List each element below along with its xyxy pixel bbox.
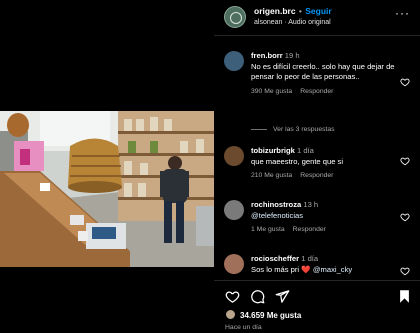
author-avatar[interactable] bbox=[224, 6, 246, 28]
commenter-avatar[interactable] bbox=[224, 200, 244, 220]
post-media[interactable] bbox=[0, 0, 214, 333]
commenter-avatar[interactable] bbox=[224, 254, 244, 274]
comment-meta: 390 Me gusta Responder bbox=[251, 87, 401, 98]
comment-time: 13 h bbox=[303, 200, 319, 209]
heart-icon[interactable] bbox=[400, 156, 410, 166]
comment-body: tobizurbrigk 1 día que maeestro, gente q… bbox=[251, 146, 401, 182]
commenter-avatar[interactable] bbox=[224, 146, 244, 166]
video-frame[interactable] bbox=[0, 111, 214, 267]
bookmark-icon[interactable] bbox=[397, 289, 412, 304]
post-actions: 34.659 Me gusta Hace un día bbox=[214, 280, 420, 333]
author-username[interactable]: origen.brc bbox=[254, 6, 296, 16]
comment-body: rocioscheffer 1 día Sos lo más pri ❤️ @m… bbox=[251, 254, 401, 275]
heart-icon[interactable] bbox=[400, 77, 410, 87]
audio-label[interactable]: alsonean · Audio original bbox=[254, 19, 331, 26]
comment-meta: 1 Me gusta Responder bbox=[251, 225, 401, 236]
commenter-username[interactable]: tobizurbrigk bbox=[251, 146, 295, 155]
reply-button[interactable]: Responder bbox=[293, 226, 326, 233]
heart-emoji: ❤️ bbox=[301, 264, 311, 274]
comment-text-part: Sos lo más pri bbox=[251, 264, 300, 274]
comment-time: 1 día bbox=[297, 146, 314, 155]
follow-button[interactable]: Seguir bbox=[305, 6, 331, 16]
likes-count[interactable]: 34.659 Me gusta bbox=[225, 309, 301, 320]
separator-dot: • bbox=[296, 6, 305, 16]
comment-likes[interactable]: 1 Me gusta bbox=[251, 226, 285, 233]
post-time: Hace un día bbox=[225, 324, 262, 331]
reply-button[interactable]: Responder bbox=[300, 88, 333, 95]
comment-mention[interactable]: @telefenoticias bbox=[251, 211, 401, 222]
comment-icon[interactable] bbox=[250, 289, 265, 304]
more-horizontal-icon[interactable]: ··· bbox=[395, 7, 410, 19]
comment-text: que maeestro, gente que si bbox=[251, 156, 344, 166]
comment-likes[interactable]: 390 Me gusta bbox=[251, 88, 292, 95]
comment-body: rochinostroza 13 h @telefenoticias 1 Me … bbox=[251, 200, 401, 236]
heart-icon[interactable] bbox=[400, 266, 410, 276]
comment-likes[interactable]: 210 Me gusta bbox=[251, 172, 292, 179]
store-scene-image bbox=[0, 111, 214, 267]
comment-body: fren.borr 19 h No es difícil creerlo.. s… bbox=[251, 51, 401, 97]
comment-mention[interactable]: @maxi_cky bbox=[313, 265, 352, 274]
liker-avatar bbox=[225, 309, 236, 320]
comment-time: 19 h bbox=[284, 51, 300, 60]
comment-time: 1 día bbox=[301, 254, 319, 263]
commenter-username[interactable]: rochinostroza bbox=[251, 200, 301, 209]
reply-button[interactable]: Responder bbox=[300, 172, 333, 179]
comment-text: No es difícil creerlo.. solo hay que dej… bbox=[251, 61, 395, 82]
comment-text: Sos lo más pri ❤️ @maxi_cky bbox=[251, 265, 401, 276]
heart-icon[interactable] bbox=[400, 212, 410, 222]
post-sidebar: origen.brc • Seguir alsonean · Audio ori… bbox=[214, 0, 420, 333]
share-icon[interactable] bbox=[275, 289, 290, 304]
heart-icon[interactable] bbox=[225, 289, 240, 304]
commenter-username[interactable]: fren.borr bbox=[251, 51, 283, 60]
commenter-username[interactable]: rocioscheffer bbox=[251, 254, 299, 263]
likes-count-text[interactable]: 34.659 Me gusta bbox=[240, 311, 301, 320]
view-replies-button[interactable]: Ver las 3 respuestas bbox=[251, 126, 335, 133]
author-line: origen.brc • Seguir bbox=[254, 6, 332, 16]
comment-meta: 210 Me gusta Responder bbox=[251, 171, 401, 182]
commenter-avatar[interactable] bbox=[224, 51, 244, 71]
post-header: origen.brc • Seguir alsonean · Audio ori… bbox=[214, 0, 420, 36]
